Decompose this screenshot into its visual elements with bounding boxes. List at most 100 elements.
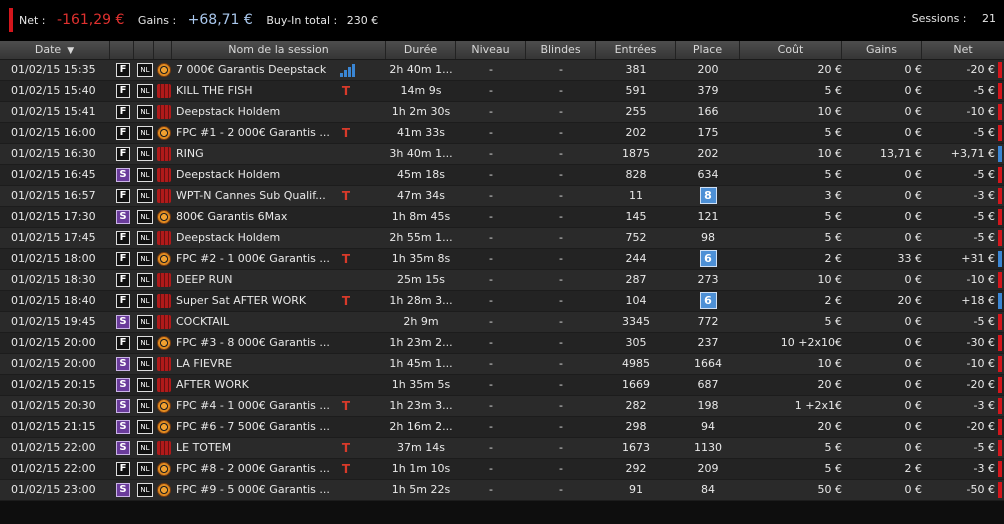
session-name: FPC #4 - 1 000€ Garantis ...	[176, 399, 330, 412]
table-row[interactable]: 01/02/15 16:57 F NL WPT-N Cannes Sub Qualif…	[0, 186, 1004, 207]
table-row[interactable]: 01/02/15 19:45 S NL COCKTAIL 2h 9m - - 3345 772 5…	[0, 312, 1004, 333]
col-game-type[interactable]	[110, 41, 134, 59]
deck-icon	[156, 293, 172, 309]
col-gains[interactable]: Gains	[842, 41, 922, 59]
session-cost: 20 €	[817, 378, 843, 391]
session-name: COCKTAIL	[176, 315, 230, 328]
session-name: FPC #3 - 8 000€ Garantis ...	[176, 336, 330, 349]
result-indicator	[998, 293, 1002, 309]
chip-icon	[156, 209, 172, 225]
col-level[interactable]: Niveau	[456, 41, 526, 59]
session-cost: 2 €	[824, 252, 843, 265]
limit-badge: NL	[137, 63, 153, 77]
limit-badge: NL	[137, 462, 153, 476]
session-duration: 1h 8m 45s	[391, 210, 451, 223]
session-level: -	[489, 462, 493, 475]
session-level: -	[489, 63, 493, 76]
table-row[interactable]: 01/02/15 16:45 S NL Deepstack Holdem 45m 18s…	[0, 165, 1004, 186]
table-row[interactable]: 01/02/15 16:00 F NL FPC #1 - 2 000€ Garanti…	[0, 123, 1004, 144]
session-date: 01/02/15 20:15	[11, 378, 96, 391]
session-gains: 2 €	[904, 462, 923, 475]
session-gains: 0 €	[904, 336, 923, 349]
session-entries: 282	[625, 399, 647, 412]
limit-badge: NL	[137, 84, 153, 98]
col-blinds[interactable]: Blindes	[526, 41, 596, 59]
table-row[interactable]: 01/02/15 18:30 F NL DEEP RUN 25m 15s - - 287 273…	[0, 270, 1004, 291]
result-indicator	[998, 377, 1002, 393]
sessions-value: 21	[982, 12, 996, 25]
col-limit[interactable]	[134, 41, 154, 59]
session-entries: 11	[629, 189, 643, 202]
table-row[interactable]: 01/02/15 23:00 S NL FPC #9 - 5 000€ Garanti…	[0, 480, 1004, 501]
col-net[interactable]: Net	[922, 41, 1004, 59]
col-place[interactable]: Place	[676, 41, 740, 59]
table-row[interactable]: 01/02/15 20:15 S NL AFTER WORK 1h 35m 5s - - 16…	[0, 375, 1004, 396]
session-net: -5 €	[973, 168, 995, 181]
deck-icon	[156, 356, 172, 372]
table-row[interactable]: 01/02/15 18:40 F NL Super Sat AFTER WORK T 1h…	[0, 291, 1004, 312]
session-name: FPC #6 - 7 500€ Garantis ...	[176, 420, 330, 433]
col-room[interactable]	[154, 41, 172, 59]
table-row[interactable]: 01/02/15 20:00 F NL FPC #3 - 8 000€ Garanti…	[0, 333, 1004, 354]
session-duration: 2h 55m 1...	[389, 231, 453, 244]
session-blinds: -	[559, 231, 563, 244]
session-name: FPC #1 - 2 000€ Garantis ...	[176, 126, 330, 139]
result-indicator	[998, 398, 1002, 414]
session-date: 01/02/15 16:00	[11, 126, 96, 139]
session-gains: 0 €	[904, 84, 923, 97]
session-cost: 2 €	[824, 294, 843, 307]
limit-badge: NL	[137, 441, 153, 455]
session-entries: 202	[625, 126, 647, 139]
session-place: 198	[697, 399, 719, 412]
table-row[interactable]: 01/02/15 16:30 F NL RING 3h 40m 1... - - 1875 20…	[0, 144, 1004, 165]
session-blinds: -	[559, 441, 563, 454]
table-row[interactable]: 01/02/15 18:00 F NL FPC #2 - 1 000€ Garanti…	[0, 249, 1004, 270]
col-date[interactable]: Date ▼	[0, 41, 110, 59]
session-net: -3 €	[973, 462, 995, 475]
game-type-badge: F	[116, 147, 130, 161]
session-place: 273	[697, 273, 719, 286]
table-row[interactable]: 01/02/15 22:00 F NL FPC #8 - 2 000€ Garanti…	[0, 459, 1004, 480]
limit-badge: NL	[137, 189, 153, 203]
session-net: -20 €	[966, 63, 995, 76]
table-row[interactable]: 01/02/15 17:45 F NL Deepstack Holdem 2h 55m …	[0, 228, 1004, 249]
session-net: -5 €	[973, 231, 995, 244]
col-duration[interactable]: Durée	[386, 41, 456, 59]
session-cost: 10 €	[817, 105, 843, 118]
limit-badge: NL	[137, 420, 153, 434]
limit-badge: NL	[137, 399, 153, 413]
session-gains: 20 €	[897, 294, 923, 307]
session-place: 121	[697, 210, 719, 223]
summary-bar: Net : -161,29 € Gains : +68,71 € Buy-In …	[0, 0, 1004, 41]
session-name: DEEP RUN	[176, 273, 233, 286]
table-row[interactable]: 01/02/15 20:00 S NL LA FIEVRE 1h 45m 1... - - 4…	[0, 354, 1004, 375]
table-row[interactable]: 01/02/15 20:30 S NL FPC #4 - 1 000€ Garanti…	[0, 396, 1004, 417]
session-cost: 10 +2x10€	[780, 336, 842, 349]
col-entries[interactable]: Entrées	[596, 41, 676, 59]
limit-badge: NL	[137, 168, 153, 182]
sessions-label: Sessions :	[911, 12, 967, 25]
session-place: 1130	[694, 441, 722, 454]
table-row[interactable]: 01/02/15 22:00 S NL LE TOTEM T 37m 14s - - 1673 1…	[0, 438, 1004, 459]
table-row[interactable]: 01/02/15 21:15 S NL FPC #6 - 7 500€ Garanti…	[0, 417, 1004, 438]
col-name[interactable]: Nom de la session	[172, 41, 386, 59]
session-level: -	[489, 273, 493, 286]
session-date: 01/02/15 20:00	[11, 357, 96, 370]
gains-label: Gains :	[137, 14, 177, 27]
col-cost[interactable]: Coût	[740, 41, 842, 59]
limit-badge: NL	[137, 210, 153, 224]
session-place: 98	[701, 231, 715, 244]
table-row[interactable]: 01/02/15 17:30 S NL 800€ Garantis 6Max 1h 8m…	[0, 207, 1004, 228]
session-place: 772	[697, 315, 719, 328]
limit-badge: NL	[137, 294, 153, 308]
limit-badge: NL	[137, 378, 153, 392]
session-gains: 0 €	[904, 483, 923, 496]
table-row[interactable]: 01/02/15 15:40 F NL KILL THE FISH T 14m 9s - -5…	[0, 81, 1004, 102]
table-row[interactable]: 01/02/15 15:41 F NL Deepstack Holdem 1h 2m 3…	[0, 102, 1004, 123]
session-blinds: -	[559, 273, 563, 286]
table-row[interactable]: 01/02/15 15:35 F NL 7 000€ Garantis Deepsta…	[0, 60, 1004, 81]
session-duration: 1h 28m 3...	[389, 294, 453, 307]
session-blinds: -	[559, 378, 563, 391]
session-gains: 0 €	[904, 168, 923, 181]
session-gains: 0 €	[904, 273, 923, 286]
